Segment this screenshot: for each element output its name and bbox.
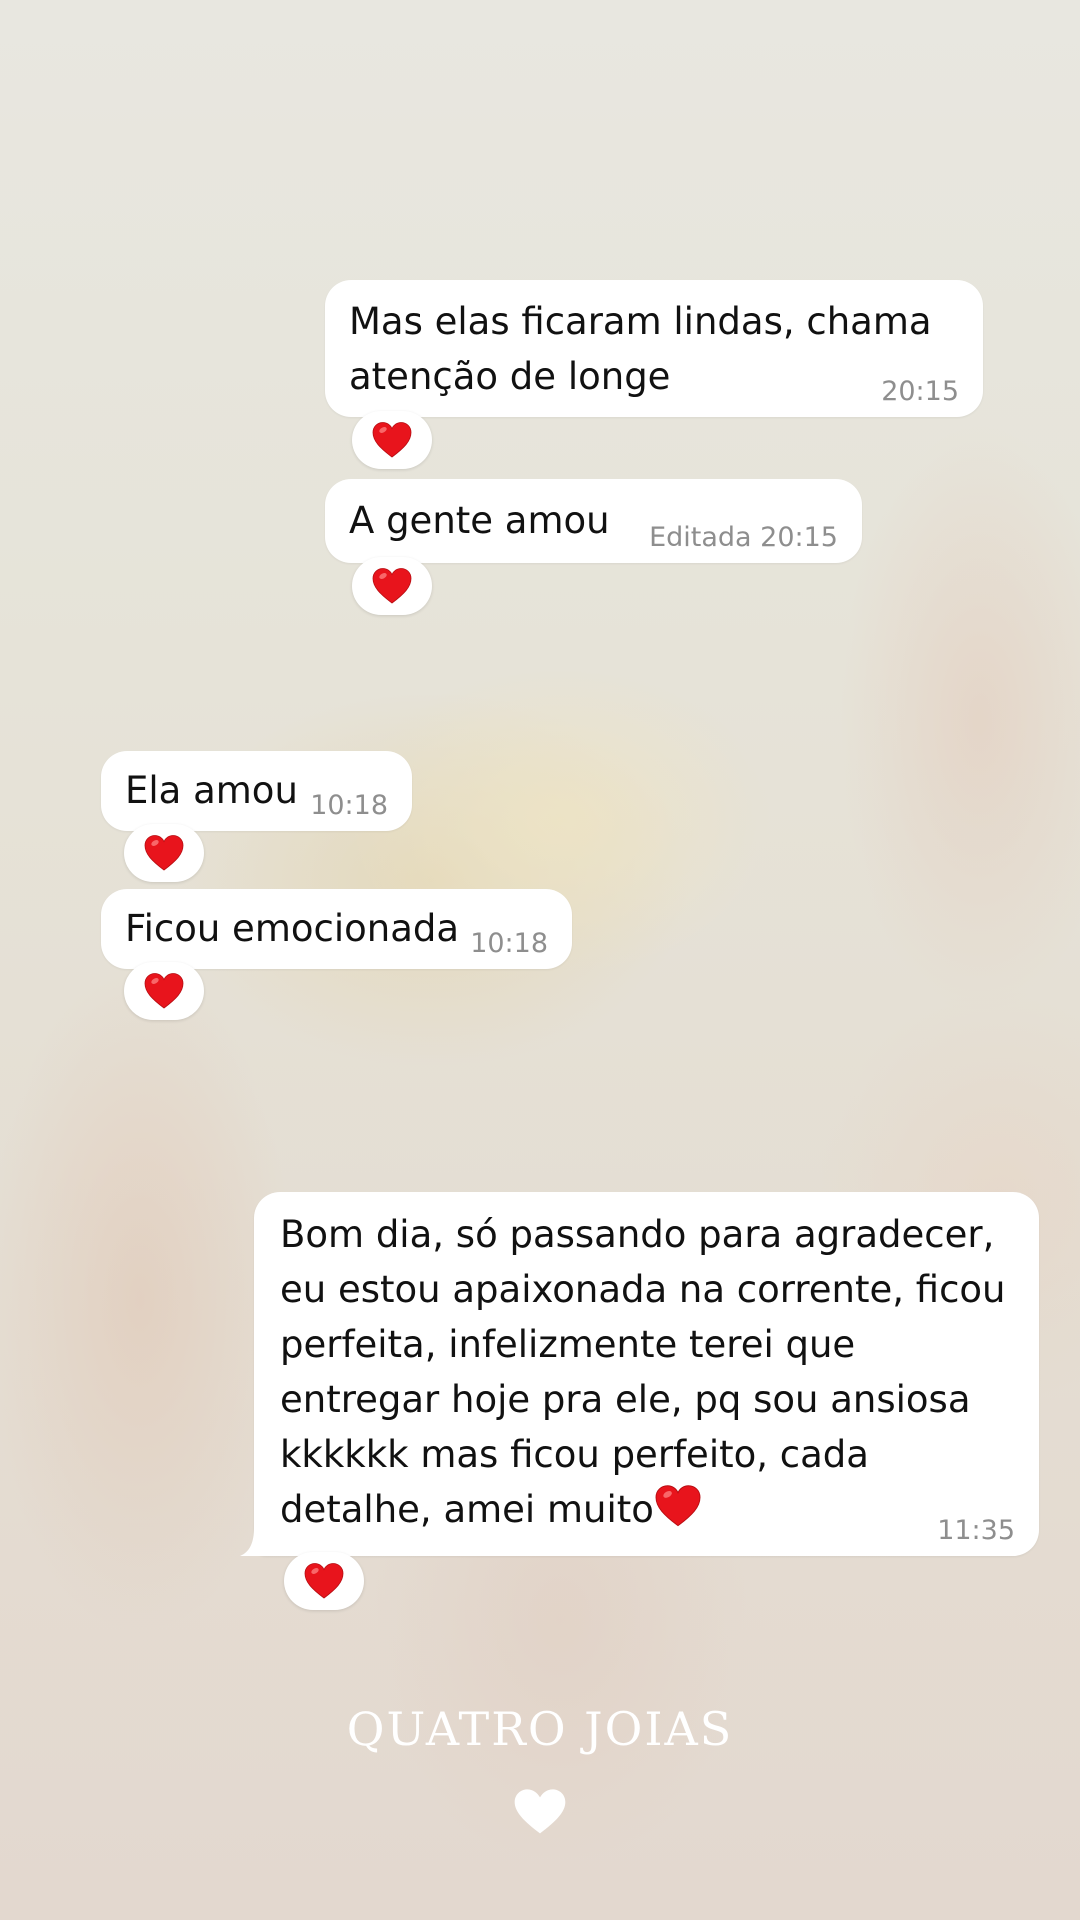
heart-icon — [144, 835, 184, 871]
message-text: Bom dia, só passando para agradecer, eu … — [280, 1207, 1021, 1537]
message-bubble[interactable]: Bom dia, só passando para agradecer, eu … — [254, 1192, 1039, 1556]
reaction-badge[interactable] — [352, 557, 432, 615]
reaction-badge[interactable] — [352, 411, 432, 469]
message-bubble[interactable]: Ficou emocionada 10:18 — [101, 889, 572, 969]
heart-icon — [144, 973, 184, 1009]
bubble-tail — [240, 1528, 270, 1556]
reaction-badge[interactable] — [124, 824, 204, 882]
heart-emoji-icon — [654, 1484, 702, 1528]
message-time: 10:18 — [470, 928, 548, 959]
message-time: 11:35 — [937, 1515, 1015, 1546]
reaction-badge[interactable] — [124, 962, 204, 1020]
heart-icon — [372, 422, 412, 458]
brand-logo: QUATRO JOIAS — [346, 1702, 734, 1756]
white-heart-icon — [513, 1788, 567, 1836]
message-bubble[interactable]: A gente amou Editada 20:15 — [325, 479, 862, 563]
message-time: 20:15 — [881, 376, 959, 407]
heart-icon — [372, 568, 412, 604]
message-text-content: Bom dia, só passando para agradecer, eu … — [280, 1213, 1006, 1531]
heart-icon — [304, 1563, 344, 1599]
message-bubble[interactable]: Ela amou 10:18 — [101, 751, 412, 831]
message-text: Mas elas ficaram lindas, chama atenção d… — [349, 300, 932, 398]
message-bubble[interactable]: Mas elas ficaram lindas, chama atenção d… — [325, 280, 983, 417]
message-time: 10:18 — [310, 790, 388, 821]
reaction-badge[interactable] — [284, 1552, 364, 1610]
message-time: Editada 20:15 — [649, 522, 838, 553]
